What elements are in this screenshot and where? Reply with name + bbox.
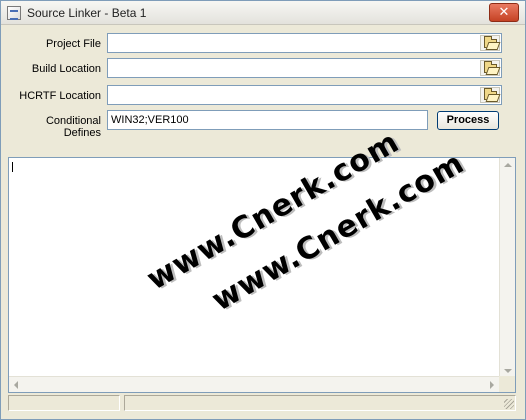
conditional-defines-label: Conditional Defines <box>45 115 101 139</box>
text-caret <box>12 162 13 172</box>
status-panel-left <box>8 395 120 411</box>
vertical-scrollbar[interactable] <box>499 158 515 378</box>
status-panel-right <box>124 395 516 411</box>
status-bar <box>8 395 516 413</box>
project-file-input[interactable] <box>108 34 501 52</box>
hcrtf-location-input[interactable] <box>108 86 501 104</box>
build-location-field <box>107 58 502 78</box>
scroll-up-icon[interactable] <box>504 163 512 167</box>
app-window-icon <box>7 6 21 20</box>
main-window: Source Linker - Beta 1 ✕ Project File Bu… <box>0 0 526 420</box>
scrollbar-corner <box>499 376 515 392</box>
project-file-label: Project File <box>45 38 101 50</box>
hcrtf-location-field <box>107 85 502 105</box>
build-location-browse-button[interactable] <box>480 60 500 76</box>
hcrtf-location-label: HCRTF Location <box>19 90 101 102</box>
open-folder-icon <box>484 36 497 48</box>
open-folder-icon <box>484 61 497 73</box>
scroll-left-icon[interactable] <box>14 381 18 389</box>
window-title: Source Linker - Beta 1 <box>27 6 147 20</box>
title-bar[interactable]: Source Linker - Beta 1 ✕ <box>1 1 525 25</box>
scroll-right-icon[interactable] <box>490 381 494 389</box>
close-icon: ✕ <box>498 5 510 20</box>
scroll-down-icon[interactable] <box>504 369 512 373</box>
build-location-label: Build Location <box>31 63 101 75</box>
resize-grip-icon[interactable] <box>504 399 514 409</box>
build-location-input[interactable] <box>108 59 501 77</box>
conditional-defines-field <box>107 110 428 130</box>
close-button[interactable]: ✕ <box>489 3 519 22</box>
project-file-browse-button[interactable] <box>480 35 500 51</box>
project-file-field <box>107 33 502 53</box>
horizontal-scrollbar[interactable] <box>9 376 499 392</box>
open-folder-icon <box>484 88 497 100</box>
process-button[interactable]: Process <box>437 111 499 130</box>
conditional-defines-input[interactable] <box>108 111 427 129</box>
hcrtf-location-browse-button[interactable] <box>480 87 500 103</box>
